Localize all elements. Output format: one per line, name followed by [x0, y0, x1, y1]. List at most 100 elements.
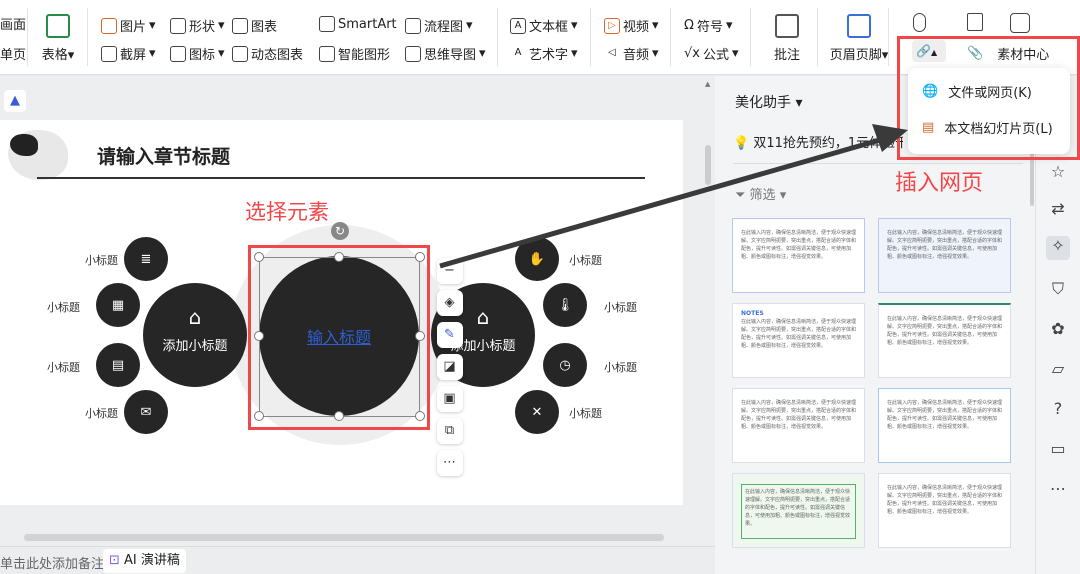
small-label[interactable]: 小标题: [47, 299, 80, 315]
shape-button[interactable]: 形状 ▾: [170, 16, 225, 35]
hyperlink-highlight-box: [897, 36, 1080, 160]
notebook-icon: ▤: [96, 343, 140, 387]
template-card[interactable]: NOTES 在此输入内容，确保信息清晰简洁，便于观众快速理解。文字应简明扼要，突出…: [732, 303, 865, 378]
document-icon: ≣: [124, 237, 168, 281]
table-button[interactable]: 表格▾: [38, 14, 78, 63]
small-label[interactable]: 小标题: [569, 405, 602, 421]
card-text: 在此输入内容，确保信息清晰简洁，便于观众快速理解。文字应简明扼要，突出重点，搭配…: [741, 319, 857, 349]
layers-icon[interactable]: ◈: [436, 290, 463, 316]
header-footer-button[interactable]: 页眉页脚▾: [825, 14, 893, 63]
selection-highlight-box: [248, 245, 430, 430]
title-underline: [37, 177, 645, 179]
label: 表格: [41, 48, 68, 63]
horizontal-scrollbar[interactable]: [24, 534, 664, 541]
switch-icon[interactable]: ⇄: [1046, 199, 1070, 223]
label: 动态图表: [251, 48, 304, 63]
vertical-scrollbar[interactable]: [705, 145, 711, 185]
divider: [733, 163, 1023, 164]
star-icon[interactable]: ☆: [1046, 162, 1070, 186]
shirt-icon[interactable]: ⛉: [1046, 279, 1070, 303]
screenshot-button[interactable]: 截屏 ▾: [101, 44, 156, 63]
label: 思维导图: [424, 48, 477, 63]
document-icon[interactable]: [967, 13, 983, 31]
audio-button[interactable]: ◁ 音频 ▾: [604, 44, 658, 63]
partial-button-1[interactable]: 画面: [0, 14, 26, 33]
speaker-icon: ◁: [608, 46, 616, 58]
scroll-up-icon[interactable]: ▲: [705, 80, 710, 88]
template-card[interactable]: 在此输入内容，确保信息清晰简洁，便于观众快速理解。文字应简明扼要，突出重点，搭配…: [878, 388, 1011, 463]
header-footer-icon: [847, 14, 871, 38]
divider: [87, 8, 88, 66]
ai-speech-button[interactable]: ⊡ AI 演讲稿: [103, 549, 186, 573]
promo-banner[interactable]: 💡 双11抢先预约，1元体验千元好: [733, 132, 903, 151]
hand-icon: ✋: [515, 237, 559, 281]
card-text: 在此输入内容，确保信息清晰简洁，便于观众快速理解。文字应简明扼要，突出重点，搭配…: [745, 489, 851, 527]
template-card[interactable]: 在此输入内容，确保信息清晰简洁，便于观众快速理解。文字应简明扼要，突出重点，搭配…: [732, 473, 865, 548]
image-plant-icon[interactable]: [1010, 13, 1030, 33]
fill-icon[interactable]: ◪: [436, 354, 463, 380]
rotate-handle-icon[interactable]: ↻: [331, 222, 349, 240]
label: 批注: [773, 48, 800, 63]
label: 添加小标题: [162, 338, 228, 354]
template-card[interactable]: 在此输入内容，确保信息清晰简洁，便于观众快速理解。文字应简明扼要，突出重点，搭配…: [732, 218, 865, 293]
map-icon[interactable]: ▱: [1046, 359, 1070, 383]
template-card[interactable]: 在此输入内容，确保信息清晰简洁，便于观众快速理解。文字应简明扼要，突出重点，搭配…: [878, 473, 1011, 548]
template-card[interactable]: 在此输入内容，确保信息清晰简洁，便于观众快速理解。文字应简明扼要，突出重点，搭配…: [732, 388, 865, 463]
slide-canvas[interactable]: 请输入章节标题 ⌂ 添加小标题 ⌂ 添加小标题 输入标题 ≣ ▦ ▤ ✉ ✋ 🌡 ◷…: [0, 120, 683, 505]
small-label[interactable]: 小标题: [85, 252, 118, 268]
chart-icon: [232, 17, 248, 34]
textbox-button[interactable]: A 文本框 ▾: [510, 16, 578, 35]
animation-icon[interactable]: ⧉: [436, 418, 463, 444]
card-text: 在此输入内容，确保信息清晰简洁，便于观众快速理解。文字应简明扼要，突出重点，搭配…: [887, 400, 1003, 430]
smartart-button[interactable]: SmartArt: [319, 16, 397, 32]
more-icon[interactable]: ⋯: [436, 450, 463, 476]
label: 流程图: [424, 20, 464, 35]
template-card[interactable]: 在此输入内容，确保信息清晰简洁，便于观众快速理解。文字应简明扼要，突出重点，搭配…: [878, 303, 1011, 378]
brush-icon[interactable]: ✎: [436, 322, 463, 348]
card-text: 在此输入内容，确保信息清晰简洁，便于观众快速理解。文字应简明扼要，突出重点，搭配…: [887, 230, 1003, 260]
chat-icon[interactable]: ▭: [1046, 439, 1070, 463]
picture-button[interactable]: 图片 ▾: [101, 16, 156, 35]
template-card[interactable]: 在此输入内容，确保信息清晰简洁，便于观众快速理解。文字应简明扼要，突出重点，搭配…: [878, 218, 1011, 293]
label: 单页: [0, 48, 27, 63]
formula-button[interactable]: √x 公式 ▾: [684, 44, 739, 63]
panel-title-dropdown[interactable]: 美化助手 ▾: [735, 92, 802, 112]
notes-input[interactable]: 单击此处添加备注: [0, 553, 104, 572]
small-label[interactable]: 小标题: [604, 359, 637, 375]
palette-icon[interactable]: ✿: [1046, 319, 1070, 343]
chart-button[interactable]: 图表: [232, 16, 277, 35]
smart-graphic-button[interactable]: 智能图形: [319, 44, 390, 63]
label: 形状: [189, 20, 216, 35]
wordart-button[interactable]: A 艺术字 ▾: [510, 44, 578, 63]
small-label[interactable]: 小标题: [47, 359, 80, 375]
divider: [27, 8, 28, 66]
more-icon[interactable]: ⋯: [1046, 479, 1070, 503]
flowchart-button[interactable]: 流程图 ▾: [405, 16, 473, 35]
divider: [590, 8, 591, 66]
small-label[interactable]: 小标题: [569, 252, 602, 268]
divider: [817, 8, 818, 66]
border-icon[interactable]: ▣: [436, 386, 463, 412]
icon-button[interactable]: 图标 ▾: [170, 44, 225, 63]
dynamic-chart-button[interactable]: 动态图表: [232, 44, 303, 63]
mindmap-button[interactable]: 思维导图 ▾: [405, 44, 486, 63]
ai-logo-icon[interactable]: ▲: [4, 90, 26, 112]
small-label[interactable]: 小标题: [604, 299, 637, 315]
label: 美化助手: [735, 95, 791, 111]
label: 图表: [251, 20, 278, 35]
comment-button[interactable]: 批注: [762, 14, 812, 63]
filter-dropdown[interactable]: ⏷ 筛选 ▾: [735, 184, 786, 203]
symbol-button[interactable]: Ω 符号 ▾: [684, 16, 732, 35]
small-label[interactable]: 小标题: [85, 405, 118, 421]
omega-icon: Ω: [684, 18, 694, 33]
magic-wand-icon[interactable]: ✧: [1046, 236, 1070, 260]
partial-button-2[interactable]: 单页: [0, 44, 26, 63]
textbox-icon: A: [510, 17, 526, 34]
slide-title[interactable]: 请输入章节标题: [97, 142, 230, 169]
help-icon[interactable]: ?: [1046, 399, 1070, 423]
minus-icon[interactable]: −: [436, 258, 463, 284]
ai-speech-icon: ⊡: [109, 553, 125, 568]
left-subtitle-circle[interactable]: ⌂ 添加小标题: [143, 283, 247, 387]
mouse-icon[interactable]: [913, 13, 926, 32]
video-button[interactable]: ▷ 视频 ▾: [604, 16, 659, 35]
